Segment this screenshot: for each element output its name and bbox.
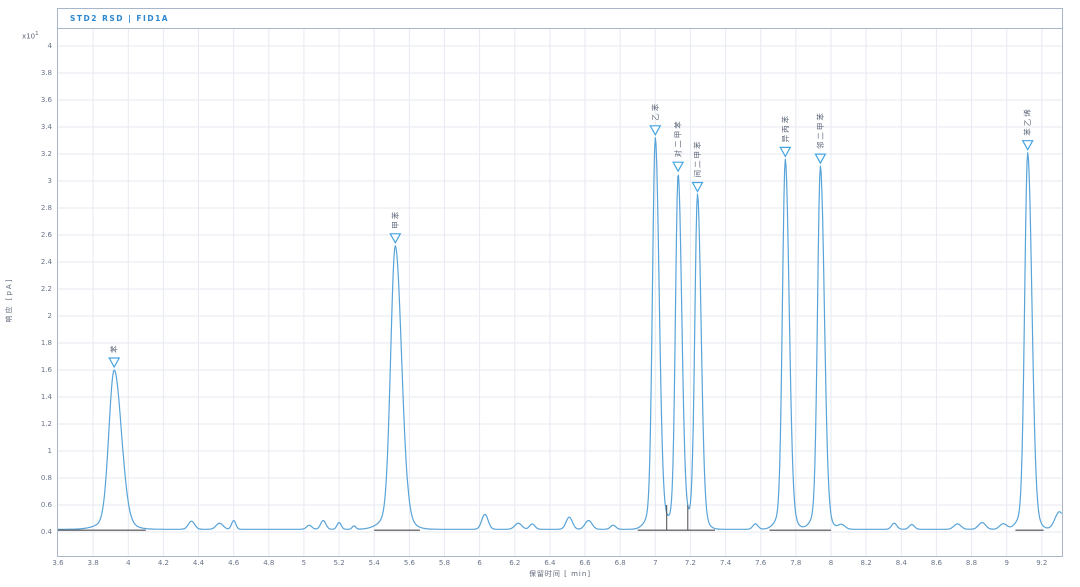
x-tick-label: 8.6	[930, 559, 942, 567]
x-tick-label: 8	[828, 559, 834, 567]
x-tick-label: 9.2	[1036, 559, 1048, 567]
y-tick-label: 0.6	[40, 501, 52, 509]
y-tick-label: 3	[47, 177, 52, 185]
y-tick-label: 2.2	[40, 285, 52, 293]
x-tick-label: 7.8	[790, 559, 802, 567]
peak-label: 甲苯	[390, 210, 400, 229]
x-tick-label: 7.2	[684, 559, 696, 567]
y-tick-label: 1	[47, 447, 52, 455]
x-tick-label: 4.4	[192, 559, 205, 567]
peak-apex-marker	[672, 161, 685, 173]
x-tick-label: 7.6	[755, 559, 767, 567]
peak-apex-marker	[389, 233, 402, 245]
peak-label: 苯	[109, 344, 119, 354]
peak-label: 苯乙烯	[1022, 107, 1032, 136]
peak-apex-marker	[779, 146, 792, 158]
chromatogram-trace	[58, 137, 1062, 530]
x-tick-label: 4.8	[263, 559, 275, 567]
chromatogram-window: x101 响应 [pA] STD2 RSD | FID1A 苯甲苯 乙苯 对二甲苯间…	[0, 0, 1080, 587]
y-tick-label: 2.4	[40, 258, 52, 266]
x-tick-label: 6.4	[544, 559, 556, 567]
x-tick-label: 3.8	[87, 559, 99, 567]
peak-apex-marker	[649, 125, 662, 137]
x-tick-label: 5.4	[368, 559, 380, 567]
x-tick-label: 8.8	[965, 559, 978, 567]
y-tick-label: 3.4	[40, 123, 52, 131]
peak-label: 间二甲苯	[692, 140, 702, 178]
peak-label: 对二甲苯	[673, 119, 683, 157]
y-tick-label: 2.8	[40, 204, 52, 212]
y-tick-label: 1.4	[40, 393, 52, 401]
peak-label: 异丙苯	[780, 114, 790, 142]
x-tick-label: 7	[653, 559, 658, 567]
x-axis-ticks: 3.6 3.8 4 4.2 4.4 4.6 4.8 5 5.2 5.4 5.6 5.8 6 6.2 6.4 6…	[52, 559, 1064, 569]
x-tick-label: 5.8	[438, 559, 451, 567]
y-axis-ticks: 0.4 0.6 0.8 1 1.2 1.4 1.6 1.8 2 2.2 2.4 2.6 2.8 3 3.2 3…	[0, 29, 52, 556]
x-tick-label: 3.6	[52, 559, 64, 567]
plot-frame: STD2 RSD | FID1A 苯 甲苯 乙苯对二甲苯 间二甲苯 异丙苯 邻二甲苯 苯乙烯	[57, 8, 1063, 557]
x-tick-label: 6.6	[579, 559, 591, 567]
x-tick-label: 4	[126, 559, 131, 567]
y-tick-label: 0.8	[40, 474, 52, 482]
x-tick-label: 6.2	[509, 559, 521, 567]
peak-apex-marker	[1021, 140, 1034, 151]
integration-marks	[58, 505, 1044, 531]
y-tick-label: 4	[47, 42, 52, 50]
y-tick-label: 1.8	[40, 339, 52, 347]
x-tick-label: 7.4	[720, 559, 732, 567]
x-axis-title: 保留时间 [ min]	[528, 570, 592, 578]
signal-header-text: STD2 RSD | FID1A	[70, 14, 170, 23]
y-tick-label: 1.2	[40, 420, 52, 428]
x-tick-label: 9	[1004, 559, 1009, 567]
gridlines	[58, 29, 1062, 556]
x-tick-label: 5.2	[333, 559, 345, 567]
signal-header-band: STD2 RSD | FID1A	[58, 9, 1062, 29]
x-tick-label: 4.2	[157, 559, 169, 567]
y-tick-label: 0.4	[40, 528, 52, 536]
plot-area[interactable]: 苯 甲苯 乙苯对二甲苯 间二甲苯 异丙苯 邻二甲苯 苯乙烯	[58, 29, 1062, 556]
peak-label: 乙苯	[650, 102, 660, 121]
x-tick-label: 5	[301, 559, 307, 567]
peak-apex-marker	[814, 153, 827, 165]
y-tick-label: 3.6	[40, 96, 52, 104]
x-tick-label: 8.2	[860, 559, 872, 567]
chromatogram-canvas[interactable]: 苯 甲苯 乙苯对二甲苯间二甲苯 异丙苯 邻二甲苯 苯乙烯	[58, 29, 1062, 556]
y-tick-label: 2.6	[40, 231, 52, 239]
y-tick-label: 3.2	[40, 150, 52, 158]
peak-label: 邻二甲苯	[815, 111, 825, 149]
peak-apex-marker	[691, 181, 704, 193]
peak-apex-marker	[108, 357, 121, 369]
y-tick-label: 2	[47, 312, 52, 320]
x-tick-label: 6.8	[614, 559, 626, 567]
x-tick-label: 5.6	[403, 559, 415, 567]
y-tick-label: 3.8	[40, 69, 52, 77]
x-tick-label: 6	[477, 559, 482, 567]
x-tick-label: 4.6	[228, 559, 240, 567]
x-tick-label: 8.4	[895, 559, 907, 567]
y-tick-label: 1.6	[40, 366, 52, 374]
